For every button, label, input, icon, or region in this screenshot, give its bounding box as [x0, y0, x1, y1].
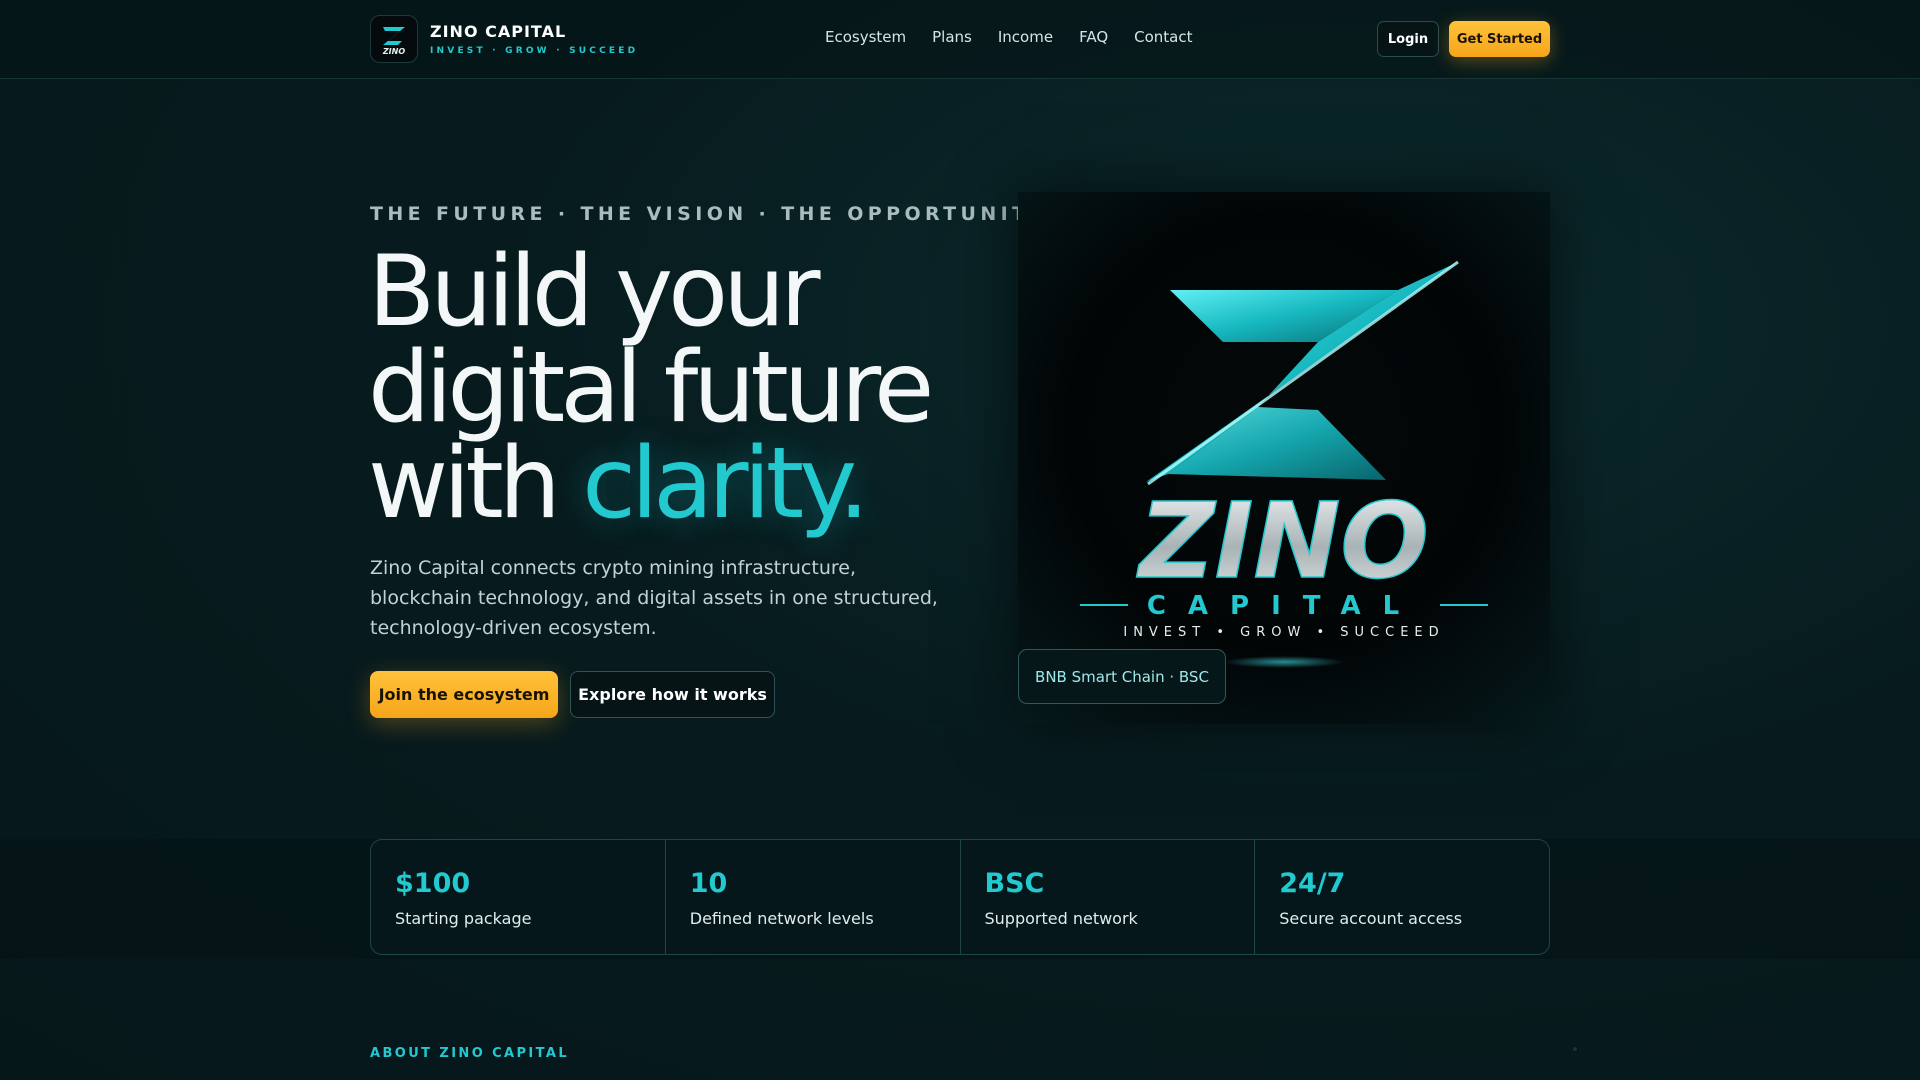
svg-text:ZINO: ZINO — [382, 47, 405, 56]
stat-value: 24/7 — [1279, 868, 1346, 899]
stat-label: Starting package — [395, 909, 532, 928]
stat-card: $100 Starting package — [371, 840, 666, 954]
stat-value: 10 — [689, 868, 728, 899]
decorative-dot — [1573, 1047, 1577, 1051]
chain-badge: BNB Smart Chain · BSC — [1018, 649, 1226, 704]
stat-label: Supported network — [984, 909, 1138, 928]
art-tagline: INVEST • GROW • SUCCEED — [1123, 625, 1444, 640]
art-subword: CAPITAL — [1147, 591, 1421, 621]
nav-link-ecosystem[interactable]: Ecosystem — [825, 28, 906, 46]
hero-title-accent: clarity. — [582, 427, 869, 541]
hero-title-line3: with — [368, 427, 583, 541]
login-button[interactable]: Login — [1377, 21, 1439, 57]
stat-card: 24/7 Secure account access — [1255, 840, 1549, 954]
nav-link-contact[interactable]: Contact — [1134, 28, 1192, 46]
nav-link-plans[interactable]: Plans — [932, 28, 972, 46]
brand-name: ZINO CAPITAL — [430, 22, 567, 41]
stat-value: $100 — [395, 868, 471, 899]
about-eyebrow: ABOUT ZINO CAPITAL — [370, 1046, 570, 1061]
stat-label: Secure account access — [1279, 909, 1463, 928]
stat-card: 10 Defined network levels — [666, 840, 961, 954]
nav-link-faq[interactable]: FAQ — [1079, 28, 1108, 46]
top-nav: ZINO ZINO CAPITAL INVEST · GROW · SUCCEE… — [0, 0, 1920, 79]
get-started-button[interactable]: Get Started — [1449, 21, 1550, 57]
z-emblem-icon — [1146, 260, 1459, 486]
hero-eyebrow: THE FUTURE · THE VISION · THE OPPORTUNIT… — [370, 203, 1048, 225]
nav-links: Ecosystem Plans Income FAQ Contact — [825, 28, 1193, 46]
brand[interactable]: ZINO ZINO CAPITAL INVEST · GROW · SUCCEE… — [370, 15, 638, 63]
art-wordmark: ZINO — [1136, 480, 1429, 602]
join-ecosystem-button[interactable]: Join the ecosystem — [370, 671, 558, 718]
stat-label: Defined network levels — [689, 909, 874, 928]
brand-logo-icon: ZINO — [370, 15, 418, 63]
nav-link-income[interactable]: Income — [998, 28, 1053, 46]
brand-tagline: INVEST · GROW · SUCCEED — [430, 46, 639, 56]
hero-logo-image: ZINO CAPITAL INVEST • GROW • SUCCEED — [1018, 192, 1550, 724]
explore-button[interactable]: Explore how it works — [570, 671, 775, 718]
stat-value: BSC — [984, 868, 1045, 899]
hero-title: Build your digital future with clarity. — [368, 243, 988, 533]
hero-description: Zino Capital connects crypto mining infr… — [370, 557, 938, 639]
stat-card: BSC Supported network — [961, 840, 1256, 954]
stats-panel: $100 Starting package 10 Defined network… — [370, 839, 1550, 955]
